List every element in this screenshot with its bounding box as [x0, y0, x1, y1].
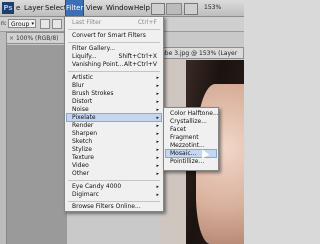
submenu-arrow-icon: ▸	[156, 115, 159, 121]
submenu-item-crystallize[interactable]: Crystallize...	[170, 118, 207, 126]
submenu-item-pointillize[interactable]: Pointillize...	[170, 158, 204, 166]
menu-item-brush-strokes[interactable]: Brush Strokes	[72, 90, 113, 98]
tools-panel[interactable]	[0, 32, 7, 244]
menu-item-filter-gallery[interactable]: Filter Gallery...	[72, 45, 115, 53]
menu-edit[interactable]: e	[16, 0, 20, 16]
menu-item-texture[interactable]: Texture	[72, 154, 94, 162]
document-tab-left-title: 100% (RGB/8)	[16, 35, 59, 42]
show-transform-checkbox[interactable]	[40, 19, 50, 29]
menu-select[interactable]: Select	[45, 0, 67, 16]
menu-item-last-filter: Last Filter	[72, 19, 102, 26]
zoom-level[interactable]: 153%	[204, 3, 221, 13]
submenu-arrow-icon: ▸	[156, 192, 159, 198]
shortcut-last-filter: Ctrl+F	[137, 19, 157, 26]
menu-item-sketch[interactable]: Sketch	[72, 138, 92, 146]
photoshop-window: Ps e Layer Select Filter View Window Hel…	[0, 0, 244, 244]
shortcut-liquify: Shift+Ctrl+X	[118, 53, 157, 60]
menu-layer[interactable]: Layer	[24, 0, 44, 16]
submenu-item-mosaic[interactable]: Mosaic...	[170, 150, 196, 158]
menu-view[interactable]: View	[86, 0, 103, 16]
submenu-arrow-icon: ▸	[156, 123, 159, 129]
menu-item-digimarc[interactable]: Digimarc	[72, 191, 99, 199]
menu-item-artistic[interactable]: Artistic	[72, 74, 93, 82]
bridge-icon[interactable]	[151, 3, 165, 15]
menu-item-sharpen[interactable]: Sharpen	[72, 130, 97, 138]
menu-item-eye-candy-4000[interactable]: Eye Candy 4000	[72, 183, 121, 191]
menu-item-convert-smart-filters[interactable]: Convert for Smart Filters	[72, 32, 146, 40]
document-tab-right-title: gbe 3.jpg @ 153% (Layer	[161, 50, 238, 57]
submenu-item-fragment[interactable]: Fragment	[170, 134, 199, 142]
menu-divider	[68, 71, 160, 72]
submenu-item-color-halftone[interactable]: Color Halftone...	[170, 110, 219, 118]
menu-divider	[68, 29, 160, 30]
submenu-arrow-icon: ▸	[156, 99, 159, 105]
filter-menu: Last Filter Ctrl+F Convert for Smart Fil…	[64, 16, 164, 212]
canvas-left[interactable]	[7, 45, 67, 244]
menu-item-blur[interactable]: Blur	[72, 82, 84, 90]
submenu-arrow-icon: ▸	[156, 75, 159, 81]
chevron-down-icon: ▾	[31, 21, 34, 27]
submenu-arrow-icon: ▸	[156, 91, 159, 97]
options-label: n:	[1, 20, 7, 27]
auto-select-dropdown[interactable]: Group ▾	[8, 19, 36, 28]
submenu-arrow-icon: ▸	[156, 147, 159, 153]
submenu-arrow-icon: ▸	[156, 171, 159, 177]
menu-item-render[interactable]: Render	[72, 122, 93, 130]
shortcut-vanishing-point: Alt+Ctrl+V	[124, 61, 157, 68]
photoshop-logo: Ps	[2, 2, 14, 14]
menu-window[interactable]: Window	[106, 0, 134, 16]
view-extras-icon[interactable]	[166, 3, 182, 15]
submenu-arrow-icon: ▸	[156, 155, 159, 161]
menu-item-distort[interactable]: Distort	[72, 98, 92, 106]
menu-item-liquify[interactable]: Liquify...	[72, 53, 97, 61]
menu-bar: Ps e Layer Select Filter View Window Hel…	[0, 0, 244, 17]
zoom-tool-icon[interactable]	[184, 3, 198, 15]
document-tab-left[interactable]: × 100% (RGB/8)	[6, 32, 66, 44]
menu-divider	[68, 201, 160, 202]
close-icon[interactable]: ×	[9, 33, 16, 43]
auto-select-value: Group	[11, 21, 30, 28]
align-icon[interactable]	[52, 19, 62, 29]
menu-item-browse-filters-online[interactable]: Browse Filters Online...	[72, 203, 141, 211]
document-tab-right[interactable]: gbe 3.jpg @ 153% (Layer	[158, 47, 244, 59]
submenu-arrow-icon: ▸	[156, 163, 159, 169]
submenu-item-facet[interactable]: Facet	[170, 126, 186, 134]
menu-item-video[interactable]: Video	[72, 162, 89, 170]
pixelate-submenu: Color Halftone... Crystallize... Facet F…	[163, 107, 219, 171]
menu-item-vanishing-point[interactable]: Vanishing Point...	[72, 61, 124, 69]
submenu-arrow-icon: ▸	[156, 139, 159, 145]
menu-divider	[68, 42, 160, 43]
menu-filter[interactable]: Filter	[65, 0, 84, 16]
menu-item-other[interactable]: Other	[72, 170, 89, 178]
menu-help[interactable]: Help	[134, 0, 150, 16]
menu-item-stylize[interactable]: Stylize	[72, 146, 92, 154]
submenu-arrow-icon: ▸	[156, 83, 159, 89]
submenu-arrow-icon: ▸	[156, 184, 159, 190]
menu-item-pixelate[interactable]: Pixelate	[72, 114, 96, 122]
submenu-arrow-icon: ▸	[156, 131, 159, 137]
menu-divider	[68, 180, 160, 181]
